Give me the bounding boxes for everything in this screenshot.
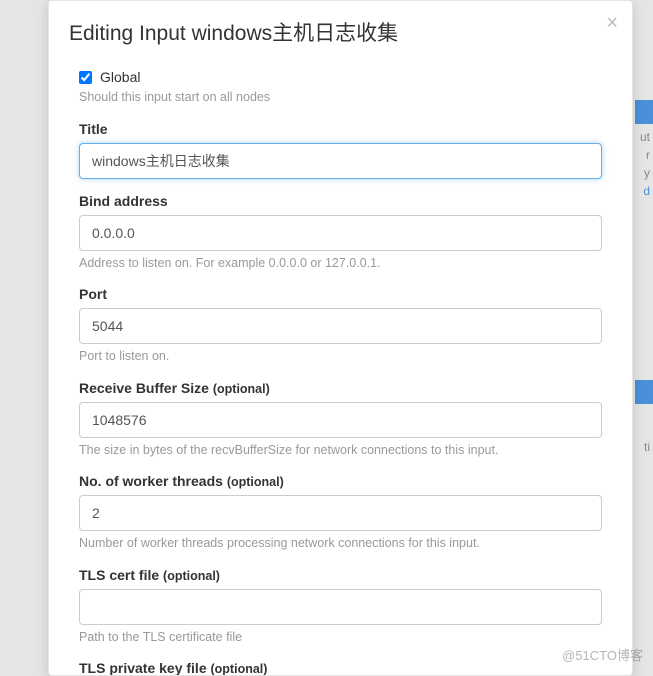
modal-body: Global Should this input start on all no… [49, 61, 632, 676]
global-label[interactable]: Global [100, 69, 140, 85]
edit-input-modal: Editing Input windows主机日志收集 × Global Sho… [48, 0, 633, 676]
port-input[interactable] [79, 308, 602, 344]
global-help: Should this input start on all nodes [79, 89, 602, 107]
optional-tag: (optional) [211, 662, 268, 676]
worker-threads-label-text: No. of worker threads [79, 473, 223, 489]
tls-cert-help: Path to the TLS certificate file [79, 629, 602, 647]
port-help: Port to listen on. [79, 348, 602, 366]
global-field: Global Should this input start on all no… [79, 69, 602, 107]
tls-key-field: TLS private key file (optional) [79, 660, 602, 676]
modal-header: Editing Input windows主机日志收集 × [49, 1, 632, 61]
bg-accent-1 [635, 100, 653, 124]
tls-key-label: TLS private key file (optional) [79, 660, 602, 676]
modal-title: Editing Input windows主机日志收集 [69, 17, 612, 47]
bind-address-field: Bind address Address to listen on. For e… [79, 193, 602, 273]
bg-text: ut [640, 130, 650, 144]
global-checkbox[interactable] [79, 71, 92, 84]
port-label: Port [79, 286, 602, 302]
tls-cert-input[interactable] [79, 589, 602, 625]
tls-cert-label-text: TLS cert file [79, 567, 159, 583]
bg-text: r [646, 148, 650, 162]
bg-accent-2 [635, 380, 653, 404]
title-field: Title [79, 121, 602, 179]
optional-tag: (optional) [227, 475, 284, 489]
bind-address-label: Bind address [79, 193, 602, 209]
title-input[interactable] [79, 143, 602, 179]
title-label: Title [79, 121, 602, 137]
receive-buffer-input[interactable] [79, 402, 602, 438]
optional-tag: (optional) [213, 382, 270, 396]
close-button[interactable]: × [606, 13, 618, 33]
worker-threads-input[interactable] [79, 495, 602, 531]
bg-text: y [644, 166, 650, 180]
bg-text: ti [644, 440, 650, 454]
bind-address-help: Address to listen on. For example 0.0.0.… [79, 255, 602, 273]
receive-buffer-label: Receive Buffer Size (optional) [79, 380, 602, 396]
tls-cert-label: TLS cert file (optional) [79, 567, 602, 583]
port-field: Port Port to listen on. [79, 286, 602, 366]
bind-address-input[interactable] [79, 215, 602, 251]
tls-cert-field: TLS cert file (optional) Path to the TLS… [79, 567, 602, 647]
receive-buffer-label-text: Receive Buffer Size [79, 380, 209, 396]
optional-tag: (optional) [163, 569, 220, 583]
worker-threads-help: Number of worker threads processing netw… [79, 535, 602, 553]
worker-threads-field: No. of worker threads (optional) Number … [79, 473, 602, 553]
receive-buffer-help: The size in bytes of the recvBufferSize … [79, 442, 602, 460]
worker-threads-label: No. of worker threads (optional) [79, 473, 602, 489]
tls-key-label-text: TLS private key file [79, 660, 207, 676]
bg-text: d [643, 184, 650, 198]
receive-buffer-field: Receive Buffer Size (optional) The size … [79, 380, 602, 460]
